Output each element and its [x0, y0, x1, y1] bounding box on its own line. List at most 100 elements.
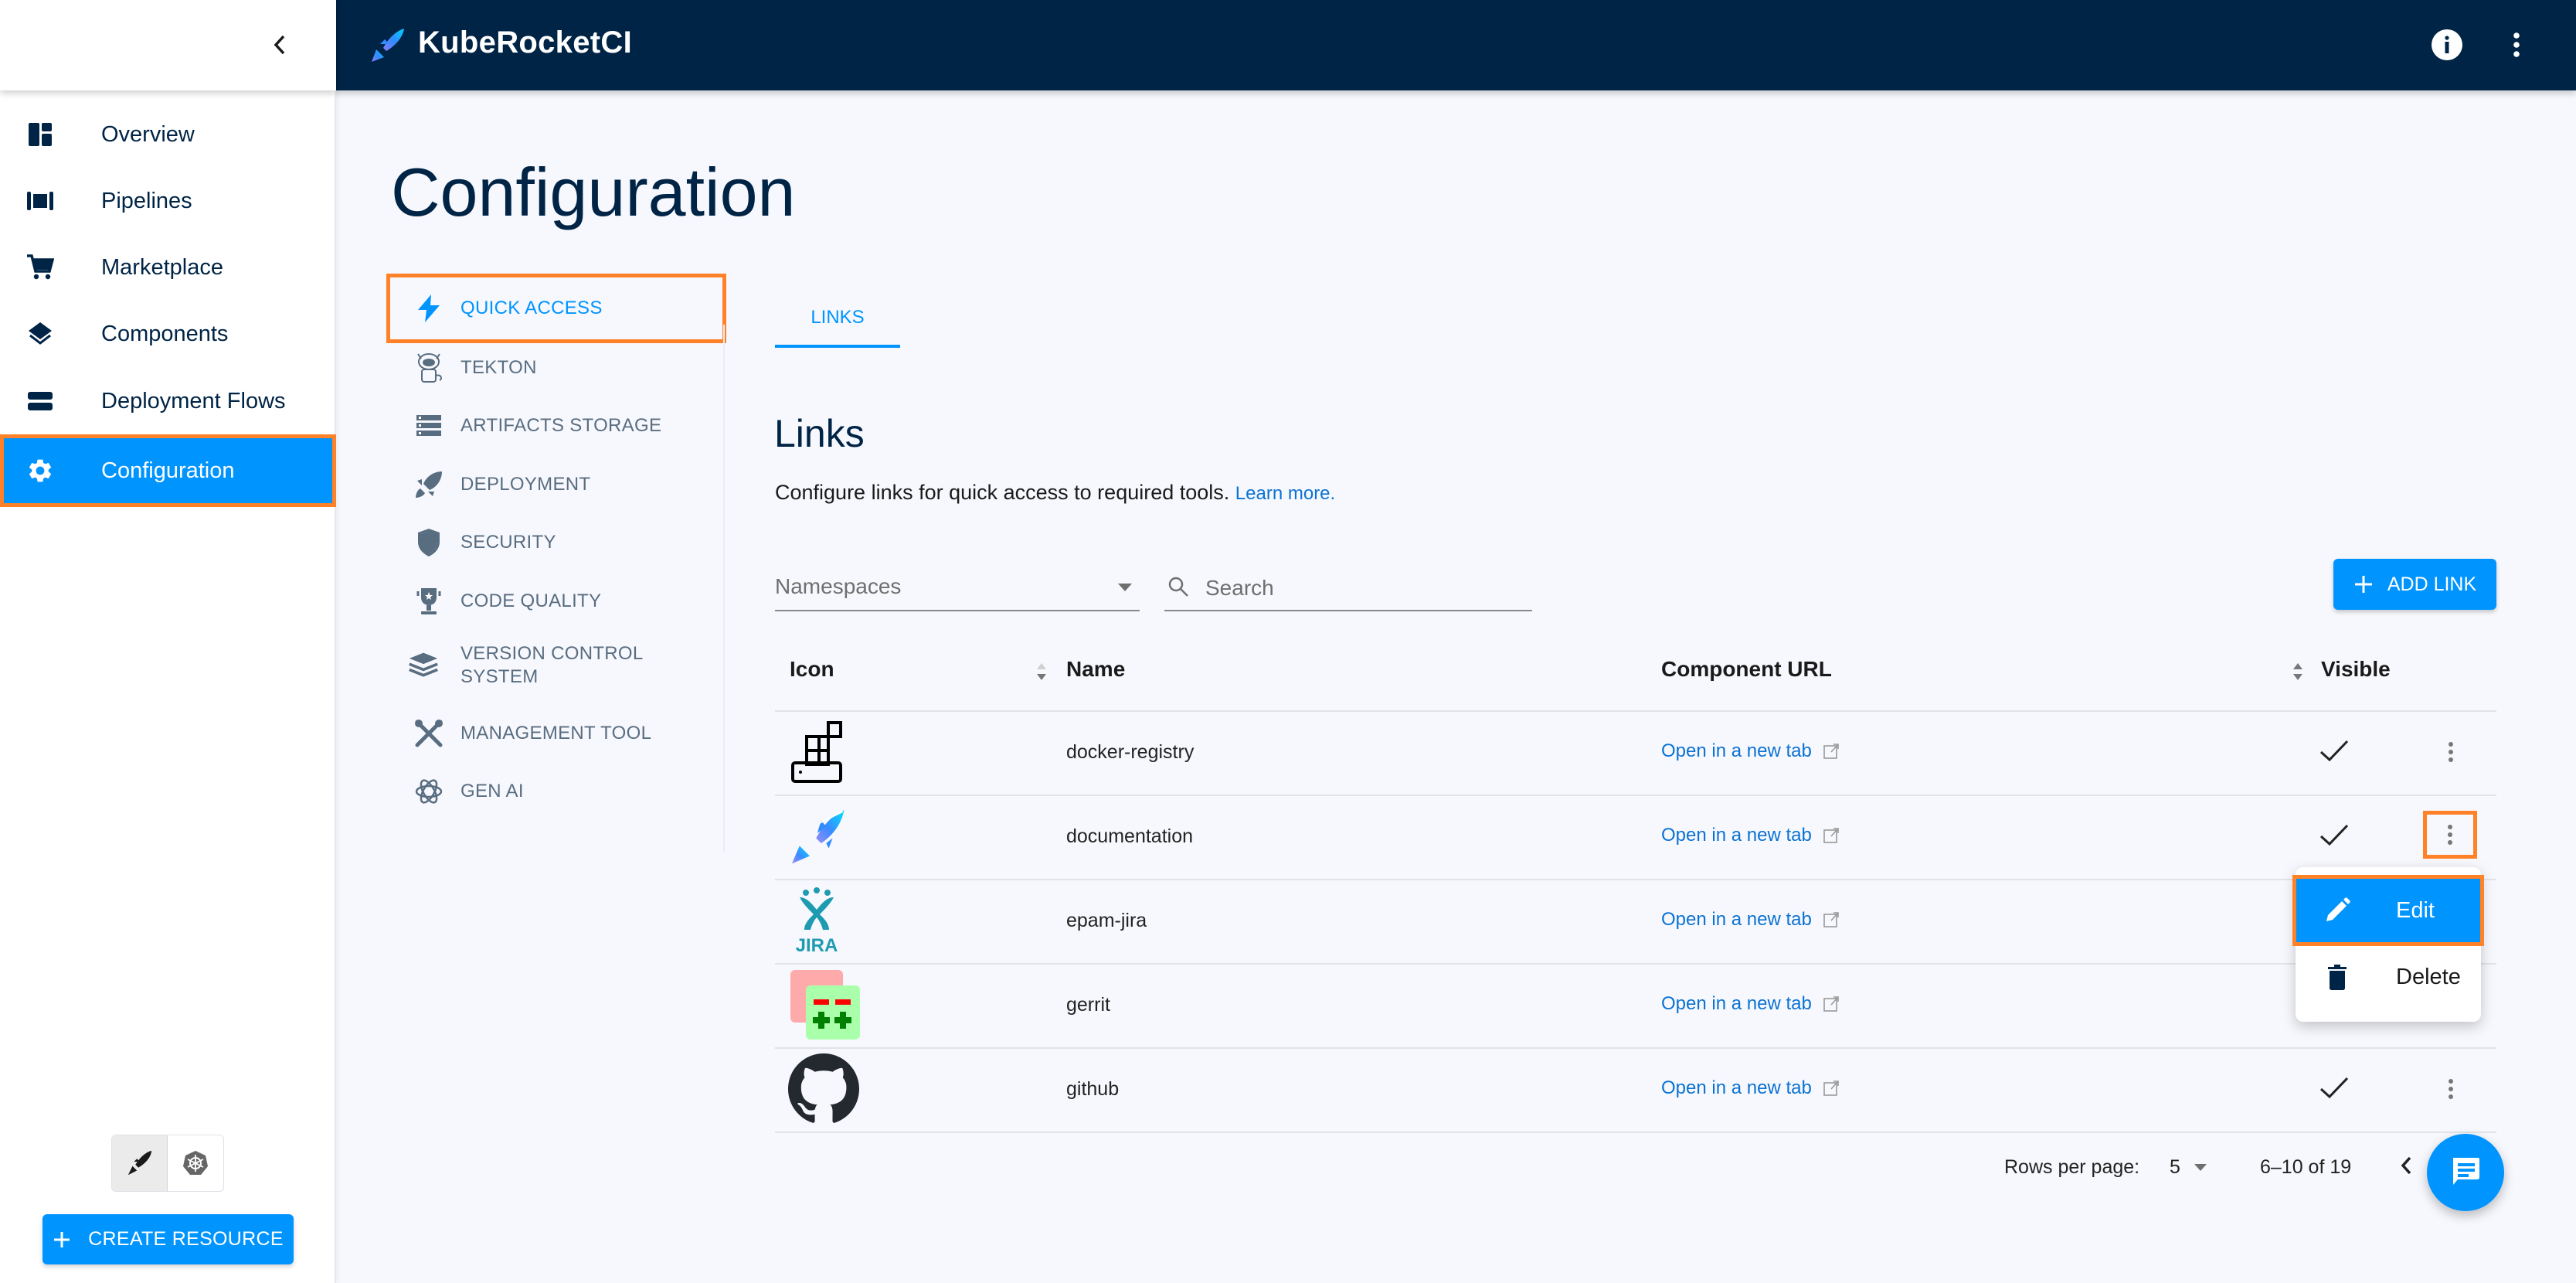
links-description-text: Configure links for quick access to requ… [775, 481, 1230, 504]
tab-indicator [775, 345, 900, 348]
open-link-label: Open in a new tab [1661, 909, 1812, 930]
sidebar-item-deployment-flows[interactable]: Deployment Flows [0, 368, 336, 434]
links-description: Configure links for quick access to requ… [775, 481, 1335, 505]
krci-logo-icon [127, 1150, 151, 1176]
plus-icon [54, 1231, 70, 1247]
subnav-item-deployment[interactable]: DEPLOYMENT [386, 459, 726, 510]
search-input[interactable] [1205, 571, 1522, 605]
search-icon [1168, 577, 1188, 597]
sidebar-item-marketplace[interactable]: Marketplace [0, 234, 336, 301]
subnav-item-management-tool[interactable]: MANAGEMENT TOOL [386, 708, 726, 759]
header-more-button[interactable] [2500, 28, 2534, 62]
trash-icon [2328, 965, 2347, 990]
trophy-icon [413, 586, 444, 617]
gerrit-icon [788, 970, 862, 1040]
add-link-button[interactable]: ADD LINK [2333, 559, 2496, 610]
pagination-range: 6–10 of 19 [2260, 1156, 2352, 1178]
external-link-icon [1823, 744, 1839, 759]
sidebar-item-overview[interactable]: Overview [0, 101, 336, 168]
open-link[interactable]: Open in a new tab [1661, 909, 1840, 931]
layers-icon [26, 320, 54, 348]
row-actions-button[interactable] [2423, 811, 2477, 859]
info-icon [2432, 29, 2462, 60]
learn-more-link[interactable]: Learn more. [1235, 483, 1335, 504]
subnav-item-artifacts-storage[interactable]: ARTIFACTS STORAGE [386, 400, 726, 451]
external-link-icon [1823, 1081, 1839, 1096]
app-header: KubeRocketCI [336, 0, 2576, 90]
open-link[interactable]: Open in a new tab [1661, 825, 1840, 846]
add-link-label: ADD LINK [2387, 573, 2477, 595]
table-divider [775, 879, 2496, 880]
more-vertical-icon [2449, 1079, 2453, 1099]
create-resource-button[interactable]: CREATE RESOURCE [42, 1214, 294, 1264]
subnav-item-tekton[interactable]: TEKTON [386, 342, 726, 393]
sort-icon[interactable] [1035, 662, 1048, 682]
table-divider [775, 795, 2496, 796]
row-actions-button[interactable] [2434, 1072, 2468, 1106]
table-divider [775, 710, 2496, 712]
row-actions-menu: Edit Delete [2292, 867, 2484, 1022]
open-link[interactable]: Open in a new tab [1661, 993, 1840, 1015]
github-icon [788, 1053, 859, 1123]
page-title: Configuration [391, 154, 796, 230]
tab-links[interactable]: LINKS [775, 288, 900, 348]
open-link[interactable]: Open in a new tab [1661, 740, 1840, 762]
column-header-visible[interactable]: Visible [2321, 657, 2391, 682]
link-name: epam-jira [1066, 910, 1147, 931]
subnav-label: GEN AI [460, 781, 524, 801]
chat-button[interactable] [2427, 1134, 2504, 1211]
previous-page-button[interactable] [2398, 1152, 2426, 1183]
subnav-item-code-quality[interactable]: CODE QUALITY [386, 576, 726, 627]
stack-icon [408, 650, 439, 681]
collapse-sidebar-button[interactable] [263, 28, 297, 62]
krci-mode-button[interactable] [112, 1135, 168, 1191]
open-link[interactable]: Open in a new tab [1661, 1077, 1840, 1099]
genai-icon [413, 776, 444, 807]
column-header-component-url: Component URL [1661, 657, 1832, 681]
row-actions-button[interactable] [2434, 735, 2468, 769]
subnav-item-security[interactable]: SECURITY [386, 517, 726, 568]
links-heading: Links [774, 412, 865, 455]
pipelines-icon [26, 187, 54, 215]
namespaces-select[interactable]: Namespaces [775, 568, 1140, 611]
tekton-icon [413, 352, 444, 383]
open-link-label: Open in a new tab [1661, 740, 1812, 761]
jira-icon: JIRA [788, 887, 845, 955]
open-link-label: Open in a new tab [1661, 1077, 1812, 1098]
menu-item-delete[interactable]: Delete [2296, 944, 2481, 1009]
search-field[interactable] [1164, 568, 1532, 611]
sidebar-item-configuration[interactable]: Configuration [0, 434, 336, 507]
subnav-label: CODE QUALITY [460, 590, 602, 611]
caret-down-icon [1118, 584, 1132, 591]
kubernetes-mode-button[interactable] [168, 1135, 223, 1191]
subnav-label: TEKTON [460, 357, 537, 378]
sidebar-item-components[interactable]: Components [0, 301, 336, 367]
dashboard-icon [26, 121, 54, 148]
subnav-divider [723, 325, 725, 852]
namespaces-label: Namespaces [775, 574, 902, 598]
sidebar-item-pipelines[interactable]: Pipelines [0, 168, 336, 234]
external-link-icon [1823, 912, 1839, 927]
table-divider [775, 963, 2496, 965]
subnav-item-version-control-system[interactable]: VERSION CONTROL SYSTEM [386, 635, 726, 696]
open-link-label: Open in a new tab [1661, 993, 1812, 1014]
link-name: docker-registry [1066, 741, 1195, 763]
subnav-label: SECURITY [460, 532, 556, 553]
info-button[interactable] [2430, 28, 2464, 62]
docker-registry-icon [788, 718, 845, 786]
rows-per-page-select[interactable]: 5 [2170, 1152, 2216, 1183]
sort-icon[interactable] [2292, 662, 2304, 682]
column-header-icon[interactable]: Icon [790, 657, 834, 682]
subnav-item-quick-access[interactable]: QUICK ACCESS [386, 274, 726, 343]
check-icon [2319, 740, 2349, 762]
check-icon [2319, 824, 2349, 846]
flows-icon [26, 387, 54, 415]
menu-item-edit[interactable]: Edit [2292, 875, 2484, 946]
column-header-name[interactable]: Name [1066, 657, 1125, 682]
gear-icon [26, 457, 54, 485]
subnav-label: VERSION CONTROL SYSTEM [460, 643, 643, 687]
menu-item-label: Edit [2396, 897, 2435, 923]
sidebar-item-label: Pipelines [101, 188, 192, 213]
subnav-item-gen-ai[interactable]: GEN AI [386, 766, 726, 817]
kubernetes-icon [183, 1151, 208, 1175]
